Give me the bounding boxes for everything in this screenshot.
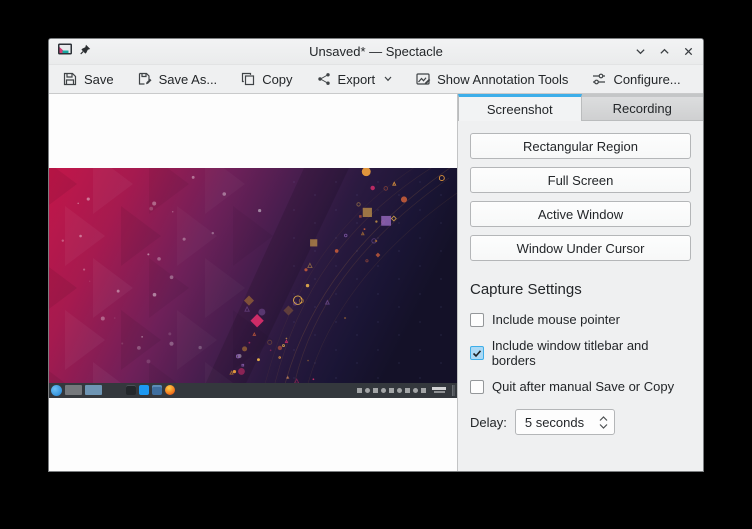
configure-sliders-icon [591,71,607,87]
mode-tabs: Screenshot Recording [458,94,703,121]
check-icon [472,349,482,358]
tab-recording[interactable]: Recording [582,94,704,121]
system-tray [357,388,426,393]
konsole-icon [126,385,136,395]
kate-icon [139,385,149,395]
configure-button[interactable]: Configure... [591,71,680,87]
full-screen-button[interactable]: Full Screen [470,167,691,193]
save-button[interactable]: Save [62,71,114,87]
tray-icon [405,388,410,393]
virtual-desktop-2 [85,385,102,395]
save-icon [62,71,78,87]
preview-taskbar [49,383,457,398]
tab-screenshot[interactable]: Screenshot [458,94,582,121]
spectacle-app-icon [57,41,73,62]
wallpaper-art [49,168,457,398]
window-title: Unsaved* — Spectacle [49,44,703,59]
rectangular-region-button[interactable]: Rectangular Region [470,133,691,159]
app-launcher-icon [51,385,62,396]
delay-row: Delay: 5 seconds [470,409,691,435]
file-manager-icon [152,385,162,395]
maximize-button[interactable] [657,45,671,59]
spin-up-icon[interactable] [599,416,608,422]
pin-icon[interactable] [79,43,91,61]
tray-icon [397,388,402,393]
screenshot-preview[interactable] [49,168,457,398]
capture-panel: Screenshot Recording Rectangular Region … [457,94,703,471]
tray-icon [373,388,378,393]
tray-icon [421,388,426,393]
show-annotation-tools-button[interactable]: Show Annotation Tools [415,71,568,87]
delay-spinbox[interactable]: 5 seconds [515,409,615,435]
toolbar: Save Save As... Copy Export [49,65,703,94]
tray-icon [389,388,394,393]
include-mouse-pointer-checkbox[interactable]: Include mouse pointer [470,312,691,327]
active-window-button[interactable]: Active Window [470,201,691,227]
show-desktop-button [452,385,455,396]
firefox-icon [165,385,175,395]
checkbox[interactable] [470,313,484,327]
include-titlebar-checkbox[interactable]: Include window titlebar and borders [470,338,691,368]
minimize-button[interactable] [633,45,647,59]
spin-down-icon[interactable] [599,423,608,429]
export-share-icon [316,71,332,87]
checkbox[interactable] [470,380,484,394]
tray-icon [381,388,386,393]
desktop-background: Unsaved* — Spectacle Save [0,0,752,529]
copy-icon [240,71,256,87]
tray-icon [357,388,362,393]
taskbar-clock [432,387,446,393]
save-as-button[interactable]: Save As... [137,71,218,87]
delay-value: 5 seconds [525,415,599,430]
titlebar[interactable]: Unsaved* — Spectacle [49,39,703,65]
capture-settings-heading: Capture Settings [470,281,691,298]
save-as-icon [137,71,153,87]
checkbox[interactable] [470,346,484,360]
copy-button[interactable]: Copy [240,71,292,87]
window-under-cursor-button[interactable]: Window Under Cursor [470,235,691,261]
chevron-down-icon [384,76,392,82]
tray-icon [413,388,418,393]
virtual-desktop-1 [65,385,82,395]
export-button[interactable]: Export [316,71,393,87]
quit-after-save-checkbox[interactable]: Quit after manual Save or Copy [470,379,691,394]
preview-canvas [49,94,457,471]
close-button[interactable] [681,45,695,59]
spectacle-window: Unsaved* — Spectacle Save [48,38,704,472]
tray-icon [365,388,370,393]
delay-label: Delay: [470,415,507,430]
annotation-icon [415,71,431,87]
